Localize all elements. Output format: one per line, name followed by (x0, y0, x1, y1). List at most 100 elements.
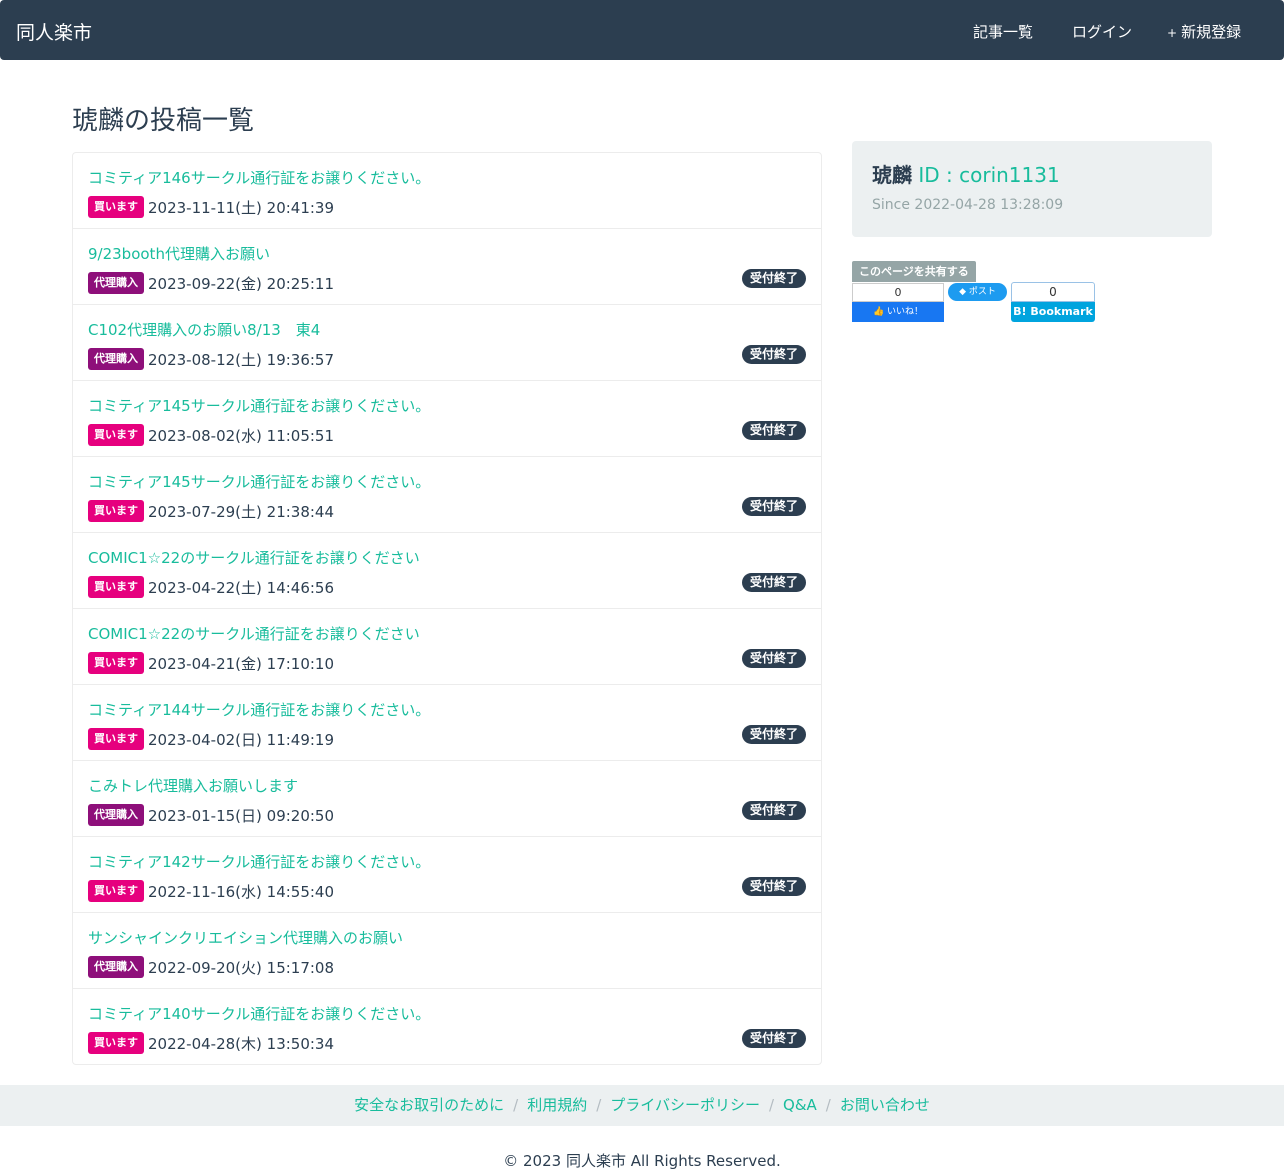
post-type-tag: 代理購入 (88, 272, 144, 294)
copyright: © 2023 同人楽市 All Rights Reserved. (503, 1152, 781, 1170)
footer-link[interactable]: 利用規約 (527, 1096, 587, 1114)
post-title-link[interactable]: COMIC1☆22のサークル通行証をお譲りください (88, 547, 420, 568)
facebook-like-button[interactable]: 👍 いいね！ (852, 302, 944, 322)
post-type-tag: 代理購入 (88, 348, 144, 370)
post-type-tag: 買います (88, 728, 144, 750)
post-item: COMIC1☆22のサークル通行証をお譲りください 買います 2023-04-22(… (73, 533, 821, 609)
post-meta: 代理購入 2023-01-15(日) 09:20:50 (88, 803, 334, 827)
post-meta: 買います 2023-11-11(土) 20:41:39 (88, 195, 334, 219)
status-badge: 受付終了 (741, 725, 806, 744)
post-list: コミティア146サークル通行証をお譲りください。 買います 2023-11-11(土… (72, 152, 822, 1065)
post-item: 9/23booth代理購入お願い 代理購入 2023-09-22(金) 20:25:… (73, 229, 821, 305)
post-type-tag: 代理購入 (88, 804, 144, 826)
post-date: 2023-04-21(金) 17:10:10 (148, 654, 335, 673)
plus-icon: + (1167, 26, 1178, 40)
status-badge: 受付終了 (741, 649, 806, 668)
post-title-link[interactable]: C102代理購入のお願い8/13 東4 (88, 319, 320, 340)
facebook-like-label: いいね！ (887, 307, 924, 317)
status-badge: 受付終了 (741, 497, 806, 516)
post-title-link[interactable]: コミティア146サークル通行証をお譲りください。 (88, 167, 430, 188)
page-title: 琥麟の投稿一覧 (72, 106, 255, 136)
nav-link-label: ログイン (1072, 23, 1133, 41)
post-meta: 買います 2023-04-22(土) 14:46:56 (88, 575, 334, 599)
post-meta: 買います 2023-07-29(土) 21:38:44 (88, 499, 334, 523)
post-type-tag: 買います (88, 1032, 144, 1054)
thumbs-up-icon: 👍 (872, 307, 885, 317)
post-title-link[interactable]: コミティア142サークル通行証をお譲りください。 (88, 851, 430, 872)
since-text: Since 2022-04-28 13:28:09 (872, 197, 1064, 213)
post-type-tag: 買います (88, 424, 144, 446)
post-meta: 代理購入 2023-08-12(土) 19:36:57 (88, 347, 334, 371)
footer-separator: / (825, 1096, 831, 1114)
post-item: サンシャインクリエイション代理購入のお願い 代理購入 2022-09-20(火) 1… (73, 913, 821, 989)
post-item: コミティア146サークル通行証をお譲りください。 買います 2023-11-11(土… (73, 153, 821, 229)
profile-card: 琥麟 ID : corin1131 Since 2022-04-28 13:28… (852, 141, 1212, 237)
post-meta: 買います 2023-04-21(金) 17:10:10 (88, 651, 334, 675)
profile-name: 琥麟 (872, 163, 912, 187)
post-date: 2022-09-20(火) 15:17:08 (148, 958, 335, 977)
post-meta: 買います 2022-04-28(木) 13:50:34 (88, 1031, 334, 1055)
status-badge: 受付終了 (741, 877, 806, 896)
post-item: C102代理購入のお願い8/13 東4 代理購入 2023-08-12(土) 19:… (73, 305, 821, 381)
nav-link-articles[interactable]: 記事一覧 (969, 21, 1033, 42)
status-badge: 受付終了 (741, 1029, 806, 1048)
post-title-link[interactable]: コミティア145サークル通行証をお譲りください。 (88, 471, 430, 492)
hatena-bookmark-widget[interactable]: 0 B! Bookmark (1011, 282, 1095, 322)
post-item: コミティア145サークル通行証をお譲りください。 買います 2023-07-29(土… (73, 457, 821, 533)
twitter-bird-icon: ◆ (959, 287, 967, 297)
footer-links: 安全なお取引のために / 利用規約 / プライバシーポリシー / Q&A / お問い合わせ (0, 1085, 1284, 1126)
share-label: このページを共有する (852, 261, 976, 282)
hatena-bookmark-button[interactable]: B! Bookmark (1011, 302, 1095, 322)
post-title-link[interactable]: こみトレ代理購入お願いします (88, 775, 298, 796)
post-date: 2023-04-02(日) 11:49:19 (148, 730, 335, 749)
footer-separator: / (768, 1096, 775, 1114)
post-item: COMIC1☆22のサークル通行証をお譲りください 買います 2023-04-21(… (73, 609, 821, 685)
nav-link-login[interactable]: ログイン (1068, 21, 1132, 42)
facebook-like-count: 0 (852, 283, 944, 302)
status-badge: 受付終了 (741, 421, 806, 440)
post-date: 2023-09-22(金) 20:25:11 (148, 274, 335, 293)
post-title-link[interactable]: 9/23booth代理購入お願い (88, 243, 270, 264)
post-title-link[interactable]: サンシャインクリエイション代理購入のお願い (88, 927, 403, 948)
post-date: 2022-04-28(木) 13:50:34 (148, 1034, 335, 1053)
post-item: こみトレ代理購入お願いします 代理購入 2023-01-15(日) 09:20:50… (73, 761, 821, 837)
brand-logo[interactable]: 同人楽市 (16, 18, 92, 45)
post-meta: 買います 2022-11-16(水) 14:55:40 (88, 879, 334, 903)
post-meta: 買います 2023-04-02(日) 11:49:19 (88, 727, 334, 751)
footer-link[interactable]: 安全なお取引のために (354, 1096, 504, 1114)
post-title-link[interactable]: コミティア144サークル通行証をお譲りください。 (88, 699, 430, 720)
post-date: 2023-04-22(土) 14:46:56 (148, 578, 335, 597)
post-title-link[interactable]: コミティア140サークル通行証をお譲りください。 (88, 1003, 430, 1024)
post-type-tag: 買います (88, 196, 144, 218)
footer-link[interactable]: Q&A (783, 1096, 817, 1114)
post-date: 2023-01-15(日) 09:20:50 (148, 806, 335, 825)
post-meta: 代理購入 2023-09-22(金) 20:25:11 (88, 271, 334, 295)
status-badge: 受付終了 (741, 269, 806, 288)
nav-link-register[interactable]: + 新規登録 (1167, 21, 1241, 42)
post-date: 2023-08-02(水) 11:05:51 (148, 426, 335, 445)
post-date: 2023-11-11(土) 20:41:39 (148, 198, 335, 217)
profile-id: ID : corin1131 (912, 163, 1060, 187)
post-type-tag: 買います (88, 500, 144, 522)
footer-separator: / (513, 1096, 519, 1114)
facebook-like-widget[interactable]: 0 👍 いいね！ (852, 283, 944, 322)
nav-link-label: 新規登録 (1181, 23, 1242, 41)
post-item: コミティア142サークル通行証をお譲りください。 買います 2022-11-16(水… (73, 837, 821, 913)
post-date: 2023-08-12(土) 19:36:57 (148, 350, 335, 369)
post-title-link[interactable]: COMIC1☆22のサークル通行証をお譲りください (88, 623, 420, 644)
twitter-post-button[interactable]: ◆ ポスト (948, 283, 1007, 301)
twitter-post-label: ポスト (968, 287, 996, 297)
post-title-link[interactable]: コミティア145サークル通行証をお譲りください。 (88, 395, 430, 416)
post-type-tag: 買います (88, 576, 144, 598)
post-meta: 買います 2023-08-02(水) 11:05:51 (88, 423, 334, 447)
post-type-tag: 買います (88, 880, 144, 902)
status-badge: 受付終了 (741, 573, 806, 592)
post-meta: 代理購入 2022-09-20(火) 15:17:08 (88, 955, 334, 979)
footer-link[interactable]: プライバシーポリシー (610, 1096, 760, 1114)
navbar: 同人楽市 記事一覧 ログイン + 新規登録 (0, 0, 1284, 60)
status-badge: 受付終了 (741, 801, 806, 820)
post-item: コミティア140サークル通行証をお譲りください。 買います 2022-04-28(木… (73, 989, 821, 1064)
post-item: コミティア145サークル通行証をお譲りください。 買います 2023-08-02(水… (73, 381, 821, 457)
footer-link[interactable]: お問い合わせ (840, 1096, 930, 1114)
status-badge: 受付終了 (741, 345, 806, 364)
